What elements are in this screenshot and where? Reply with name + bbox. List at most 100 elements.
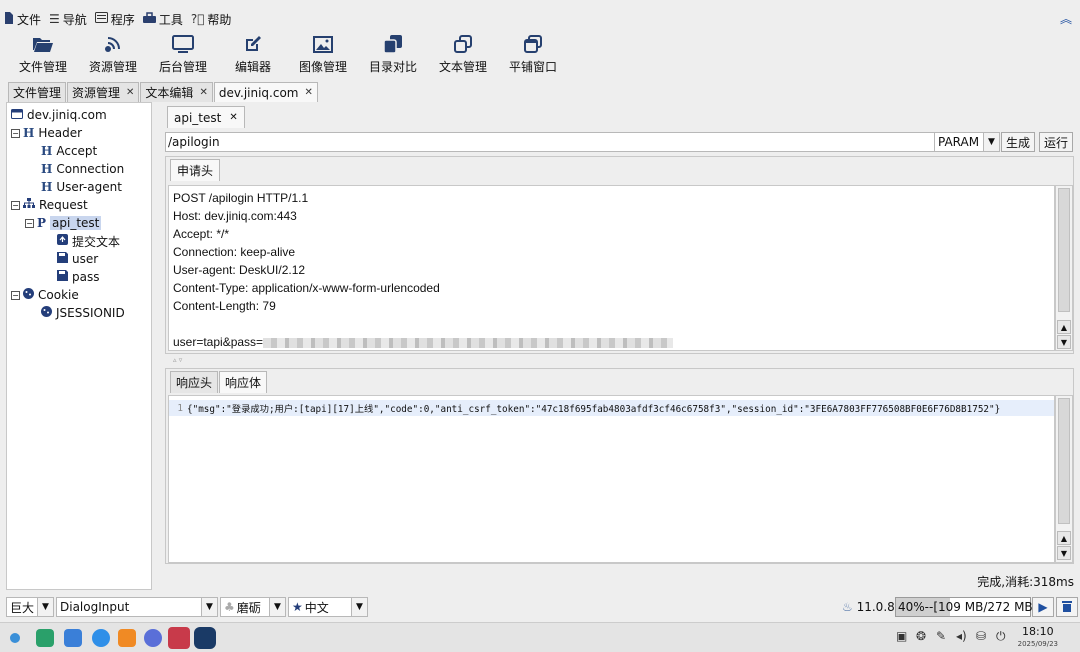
collapse-toggle-icon[interactable]: − xyxy=(25,218,34,228)
collapse-toggle-icon[interactable]: − xyxy=(11,128,20,138)
collapse-toolbar-icon[interactable]: ︽ xyxy=(1060,10,1072,27)
tree-header-label: Header xyxy=(38,126,83,140)
clipboard-icon[interactable]: ▣ xyxy=(896,629,907,643)
tool-dir-compare-label: 目录对比 xyxy=(368,60,417,74)
tab-file-manager[interactable]: 文件管理 xyxy=(8,82,67,102)
tab-response-headers[interactable]: 响应头 xyxy=(170,371,219,393)
request-text-area[interactable]: POST /apilogin HTTP/1.1 Host: dev.jiniq.… xyxy=(168,185,1055,351)
launcher-icon[interactable] xyxy=(10,633,20,643)
tab-api-test[interactable]: api_test ✕ xyxy=(167,106,245,128)
tree-submit-text[interactable]: 提交文本 xyxy=(57,232,120,250)
menu-file[interactable]: 文件 xyxy=(4,11,41,28)
tool-resource-manager[interactable]: 资源管理 xyxy=(78,30,148,80)
line-number: 1 xyxy=(177,402,183,414)
menu-nav[interactable]: ☰ 导航 xyxy=(49,11,87,28)
vertical-splitter[interactable] xyxy=(153,102,163,590)
diff-icon xyxy=(384,30,402,58)
close-icon[interactable]: ✕ xyxy=(199,87,207,98)
scroll-thumb[interactable] xyxy=(1058,398,1070,524)
generate-button[interactable]: 生成 xyxy=(1001,132,1035,152)
scroll-up-icon[interactable]: ▲ xyxy=(1057,320,1071,334)
tree-request[interactable]: − Request xyxy=(11,196,88,214)
tool-text-manager[interactable]: 文本管理 xyxy=(428,30,498,80)
tree-user-agent[interactable]: H User-agent xyxy=(41,178,122,196)
horizontal-splitter[interactable]: ▵ ▿ xyxy=(165,356,1074,366)
tab-text-edit-label: 文本编辑 xyxy=(145,86,194,100)
java-icon: ♨ xyxy=(842,600,853,614)
tool-tile-window[interactable]: 平铺窗口 xyxy=(498,30,568,80)
nav-icon: ☰ xyxy=(49,12,60,26)
collapse-toggle-icon[interactable]: − xyxy=(11,200,20,210)
tab-request-headers[interactable]: 申请头 xyxy=(170,159,221,181)
font-select[interactable]: DialogInput ▼ xyxy=(56,597,218,617)
scroll-down-icon[interactable]: ▼ xyxy=(1057,335,1071,349)
font-select-value: DialogInput xyxy=(60,600,130,614)
tree-connection-label: Connection xyxy=(56,162,125,176)
trash-button[interactable] xyxy=(1056,597,1078,617)
tree-user-label: user xyxy=(72,252,99,266)
menu-help[interactable]: ?⃝ 帮助 xyxy=(191,11,232,28)
run-button[interactable]: 运行 xyxy=(1039,132,1073,152)
request-line: Content-Length: 79 xyxy=(173,299,276,313)
tab-text-edit[interactable]: 文本编辑 ✕ xyxy=(140,82,213,102)
scroll-down-icon[interactable]: ▼ xyxy=(1057,546,1071,560)
tab-response-body[interactable]: 响应体 xyxy=(219,371,268,393)
status-text: 完成,消耗:318ms xyxy=(977,575,1074,589)
store-app-icon[interactable] xyxy=(64,629,82,647)
request-scrollbar[interactable]: ▲ ▼ xyxy=(1055,185,1073,351)
close-icon[interactable]: ✕ xyxy=(304,87,312,98)
terminal-app-icon[interactable] xyxy=(36,629,54,647)
close-icon[interactable]: ✕ xyxy=(126,87,134,98)
request-line xyxy=(173,315,1050,333)
menu-tools[interactable]: 工具 xyxy=(142,11,183,28)
tree-jsessionid[interactable]: JSESSIONID xyxy=(41,304,125,322)
tree-header[interactable]: − H Header xyxy=(11,124,82,142)
url-input[interactable]: /apilogin xyxy=(165,132,935,152)
network-icon[interactable]: ❂ xyxy=(916,629,926,643)
tool-editor[interactable]: 编辑器 xyxy=(218,30,288,80)
deskui-app-icon[interactable] xyxy=(168,627,190,649)
tree-cookie[interactable]: − Cookie xyxy=(11,286,79,304)
files-app-icon[interactable] xyxy=(118,629,136,647)
theme-select-value: 磨砺 xyxy=(236,600,261,615)
pen-icon[interactable]: ✎ xyxy=(936,629,946,643)
tab-resource-manager[interactable]: 资源管理 ✕ xyxy=(67,82,140,102)
java-app-icon[interactable] xyxy=(194,627,216,649)
power-icon[interactable]: ⏻ xyxy=(996,629,1006,644)
browser-app-icon[interactable] xyxy=(92,629,110,647)
tree-root[interactable]: dev.jiniq.com xyxy=(11,106,107,124)
collapse-toggle-icon[interactable]: − xyxy=(11,290,20,300)
response-code-line: 1 {"msg":"登录成功;用户:[tapi][17]上线","code":0… xyxy=(169,400,1054,416)
volume-icon[interactable]: ◂) xyxy=(956,629,967,643)
settings-app-icon[interactable] xyxy=(144,629,162,647)
chevron-down-icon: ▼ xyxy=(269,598,285,616)
size-select[interactable]: 巨大 ▼ xyxy=(6,597,54,617)
tool-backend-manager[interactable]: 后台管理 xyxy=(148,30,218,80)
storage-icon[interactable]: ⛁ xyxy=(976,629,986,643)
tool-dir-compare[interactable]: 目录对比 xyxy=(358,30,428,80)
response-text-area[interactable]: 1 {"msg":"登录成功;用户:[tapi][17]上线","code":0… xyxy=(168,395,1055,563)
tool-file-manager[interactable]: 文件管理 xyxy=(8,30,78,80)
tool-image-manager-label: 图像管理 xyxy=(298,60,347,74)
request-body-text: user=tapi&pass= xyxy=(173,335,264,349)
tool-image-manager[interactable]: 图像管理 xyxy=(288,30,358,80)
close-icon[interactable]: ✕ xyxy=(229,112,237,123)
param-select[interactable]: PARAM ▼ xyxy=(934,132,1000,152)
gc-run-button[interactable]: ▶ xyxy=(1032,597,1054,617)
request-line: Accept: */* xyxy=(173,227,230,241)
scroll-thumb[interactable] xyxy=(1058,188,1070,312)
menu-program[interactable]: 程序 xyxy=(94,11,135,28)
tree-api-test[interactable]: − P api_test xyxy=(25,214,102,232)
url-input-value: /apilogin xyxy=(168,135,220,149)
theme-select[interactable]: ♣ 磨砺 ▼ xyxy=(220,597,286,617)
clock[interactable]: 18:10 2025/09/23 xyxy=(1018,626,1058,650)
language-select[interactable]: ★ 中文 ▼ xyxy=(288,597,368,617)
tree-connection[interactable]: H Connection xyxy=(41,160,124,178)
tree-accept[interactable]: H Accept xyxy=(41,142,97,160)
scroll-up-icon[interactable]: ▲ xyxy=(1057,531,1071,545)
response-scrollbar[interactable]: ▲ ▼ xyxy=(1055,395,1073,563)
tab-dev-jiniq[interactable]: dev.jiniq.com ✕ xyxy=(213,82,318,102)
tree-user[interactable]: user xyxy=(57,250,98,268)
tree-pass[interactable]: pass xyxy=(57,268,99,286)
chevron-down-icon: ▼ xyxy=(201,598,217,616)
